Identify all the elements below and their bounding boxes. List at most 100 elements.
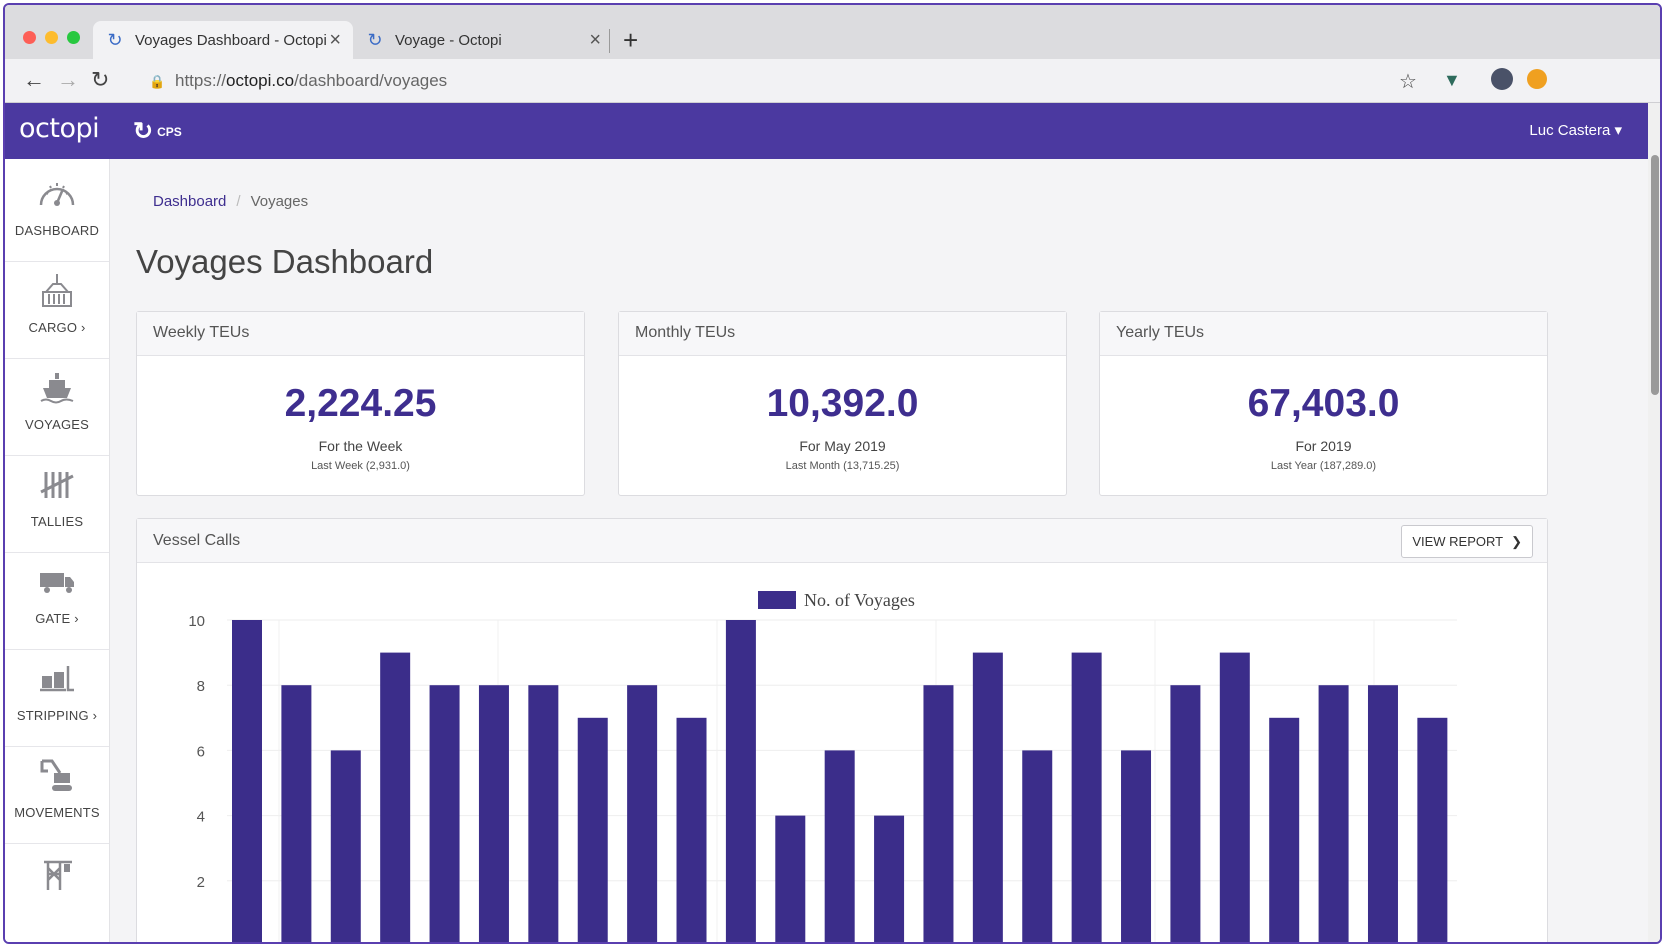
card-title: Weekly TEUs [137, 312, 584, 356]
forklift-icon [40, 666, 74, 692]
y-tick-label: 8 [197, 678, 205, 695]
sidebar-item-tallies[interactable]: TALLIES [5, 450, 109, 553]
sidebar-item-label: DASHBOARD [14, 223, 100, 238]
octopi-favicon-icon: ↻ [367, 30, 383, 50]
chart-bar [1269, 717, 1300, 942]
y-tick-label: 4 [197, 809, 205, 826]
chart-bar [923, 685, 954, 942]
profile-avatar-icon[interactable] [1491, 68, 1513, 90]
app-header: octopi ↻ CPS Luc Castera ▾ [5, 103, 1648, 159]
chart-bar [874, 815, 905, 942]
card-previous: Last Month (13,715.25) [785, 460, 900, 472]
card-period: For the Week [318, 438, 403, 454]
monthly-teus-card: Monthly TEUs 10,392.0 For May 2019 Last … [618, 311, 1067, 496]
chart-bar [232, 620, 262, 942]
sidebar-item-stripping[interactable]: STRIPPING › [5, 644, 109, 747]
url-text: https://octopi.co/dashboard/voyages [175, 71, 448, 90]
tab-bar: ↻ Voyages Dashboard - Octopi × ↻ Voyage … [5, 5, 1660, 59]
chart-bar [676, 717, 707, 942]
sidebar-item-dashboard[interactable]: DASHBOARD [5, 159, 109, 262]
scrollbar-thumb[interactable] [1651, 155, 1659, 395]
chart-bar [1417, 717, 1448, 942]
gauge-icon [39, 183, 75, 206]
close-tab-icon[interactable]: × [329, 29, 341, 52]
chart-bar [824, 750, 855, 942]
chart-bar [972, 652, 1003, 942]
new-tab-icon[interactable]: + [623, 25, 638, 56]
page-scrollbar[interactable] [1648, 103, 1660, 942]
sidebar-item-label: STRIPPING › [16, 708, 98, 723]
card-previous: Last Week (2,931.0) [311, 460, 410, 472]
tab-title: Voyages Dashboard - Octopi [135, 31, 327, 49]
chart-bar [1121, 750, 1152, 942]
page-title: Voyages Dashboard [136, 243, 434, 280]
bookmark-star-icon[interactable]: ☆ [1399, 69, 1417, 94]
sidebar-item-label: VOYAGES [24, 417, 89, 432]
user-menu[interactable]: Luc Castera ▾ [1529, 121, 1622, 139]
sidebar-item-voyages[interactable]: VOYAGES [5, 353, 109, 456]
close-window-button[interactable] [23, 31, 36, 44]
crane-container-icon [42, 274, 72, 307]
breadcrumb-separator: / [236, 193, 241, 210]
y-tick-label: 10 [188, 613, 205, 630]
chart-bar [1170, 685, 1201, 942]
sidebar-item-label: TALLIES [30, 514, 84, 529]
panel-title: Vessel Calls [137, 519, 1547, 563]
chart-bar [1219, 652, 1250, 942]
octopi-logo[interactable]: octopi [19, 113, 100, 144]
browser-tab-active[interactable]: ↻ Voyages Dashboard - Octopi × [93, 21, 353, 59]
excavator-icon [40, 759, 72, 791]
tab-title: Voyage - Octopi [395, 31, 502, 49]
sidebar: DASHBOARD CARGO › VOYAGES TALLIES GATE ›… [5, 159, 110, 942]
view-report-button[interactable]: VIEW REPORT ❯ [1401, 525, 1533, 558]
url-field[interactable]: 🔒 https://octopi.co/dashboard/voyages [143, 65, 1523, 97]
card-value: 2,224.25 [284, 382, 437, 425]
cps-swirl-icon: ↻ [133, 118, 154, 145]
lock-icon: 🔒 [149, 74, 166, 89]
reload-icon[interactable]: ↻ [91, 67, 109, 93]
close-tab-icon[interactable]: × [589, 29, 601, 52]
card-value: 10,392.0 [766, 382, 919, 425]
y-tick-label: 6 [197, 743, 205, 760]
breadcrumb: Dashboard / Voyages [153, 193, 308, 210]
chart-bar [1022, 750, 1053, 942]
legend-swatch [758, 591, 796, 609]
vue-devtools-icon[interactable]: ▼ [1443, 70, 1461, 91]
sidebar-item-cargo[interactable]: CARGO › [5, 256, 109, 359]
browser-window: ↻ Voyages Dashboard - Octopi × ↻ Voyage … [3, 3, 1662, 944]
chart-bar [627, 685, 658, 942]
update-indicator-icon[interactable] [1527, 69, 1547, 89]
card-period: For 2019 [1295, 438, 1352, 454]
chart-bar [725, 620, 756, 942]
chart-bar [380, 652, 411, 942]
tally-icon [40, 472, 74, 498]
card-title: Yearly TEUs [1100, 312, 1547, 356]
card-previous: Last Year (187,289.0) [1270, 460, 1377, 472]
chart-bar [1367, 685, 1398, 942]
chart-bar [330, 750, 361, 942]
breadcrumb-current: Voyages [250, 193, 309, 210]
ship-icon [40, 373, 74, 404]
truck-icon [40, 573, 74, 593]
card-value: 67,403.0 [1247, 382, 1400, 425]
zoom-window-button[interactable] [67, 31, 80, 44]
minimize-window-button[interactable] [45, 31, 58, 44]
forward-arrow-icon[interactable]: → [57, 67, 79, 93]
sidebar-item-label: GATE › [35, 611, 79, 626]
card-title: Monthly TEUs [619, 312, 1066, 356]
sidebar-item-label: MOVEMENTS [14, 805, 100, 820]
sidebar-item-cranes[interactable] [5, 838, 109, 941]
cps-logo: ↻ CPS [133, 118, 182, 145]
breadcrumb-home-link[interactable]: Dashboard [153, 193, 226, 210]
sidebar-item-label: CARGO › [28, 320, 86, 335]
chart-bar [528, 685, 559, 942]
chart-bar [281, 685, 312, 942]
sidebar-item-gate[interactable]: GATE › [5, 547, 109, 650]
main-content: Dashboard / Voyages Voyages Dashboard Week… [110, 159, 1648, 942]
back-arrow-icon[interactable]: ← [23, 67, 45, 93]
chevron-right-icon: ❯ [1511, 533, 1522, 549]
sidebar-item-movements[interactable]: MOVEMENTS [5, 741, 109, 844]
vessel-calls-chart: 2 4 6 8 10 No. of Voyages [188, 590, 1457, 942]
browser-tab[interactable]: ↻ Voyage - Octopi × [353, 21, 613, 59]
gantry-crane-icon [44, 860, 72, 890]
